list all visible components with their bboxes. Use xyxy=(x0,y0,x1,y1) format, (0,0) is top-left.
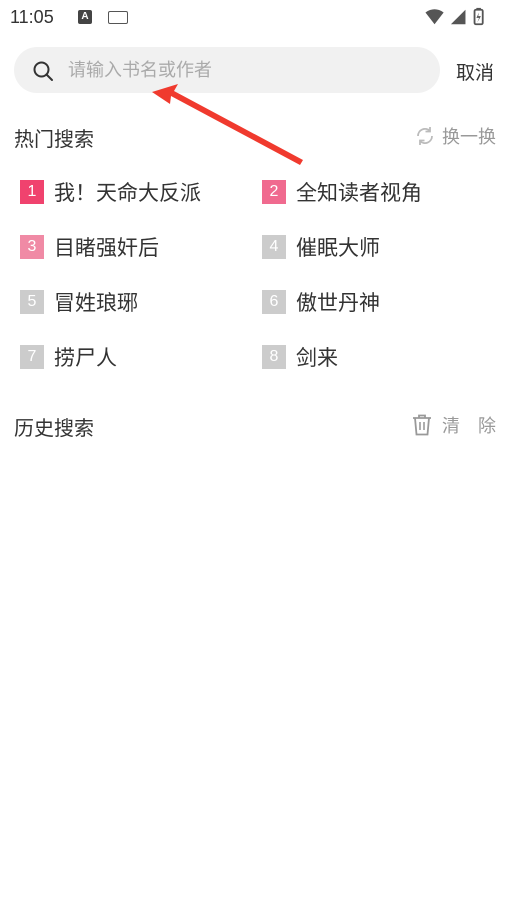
rank-badge: 2 xyxy=(262,180,286,204)
signal-icon xyxy=(450,9,466,25)
rank-badge: 6 xyxy=(262,290,286,314)
rank-badge: 8 xyxy=(262,345,286,369)
hot-item-title: 剑来 xyxy=(296,346,338,370)
trash-icon xyxy=(413,414,431,436)
rank-badge: 7 xyxy=(20,345,44,369)
keyboard-icon xyxy=(108,11,128,24)
clear-history-button[interactable]: 清 除 xyxy=(412,412,496,438)
hot-item-title: 催眠大师 xyxy=(296,236,380,260)
refresh-icon xyxy=(417,127,433,145)
search-icon xyxy=(33,61,53,81)
hot-item-6[interactable]: 6 傲世丹神 xyxy=(262,287,380,317)
hot-item-5[interactable]: 5 冒姓琅琊 xyxy=(20,287,138,317)
refresh-button[interactable]: 换一换 xyxy=(414,123,496,149)
search-box[interactable] xyxy=(14,47,440,93)
a-icon: A xyxy=(78,10,92,24)
hot-item-2[interactable]: 2 全知读者视角 xyxy=(262,177,422,207)
hot-item-title: 目睹强奸后 xyxy=(54,236,159,260)
rank-badge: 4 xyxy=(262,235,286,259)
hot-item-title: 傲世丹神 xyxy=(296,291,380,315)
hot-item-8[interactable]: 8 剑来 xyxy=(262,342,338,372)
hot-item-4[interactable]: 4 催眠大师 xyxy=(262,232,380,262)
status-bar: 11:05 A xyxy=(0,0,510,34)
hot-item-title: 捞尸人 xyxy=(54,346,117,370)
hot-item-title: 全知读者视角 xyxy=(296,181,422,205)
status-icons xyxy=(425,7,484,26)
hot-item-title: 我！天命大反派 xyxy=(54,181,201,205)
rank-badge: 3 xyxy=(20,235,44,259)
hot-item-title: 冒姓琅琊 xyxy=(54,291,138,315)
rank-badge: 5 xyxy=(20,290,44,314)
hot-search-title: 热门搜索 xyxy=(14,127,94,151)
history-search-title: 历史搜索 xyxy=(14,416,94,440)
rank-badge: 1 xyxy=(20,180,44,204)
hot-item-3[interactable]: 3 目睹强奸后 xyxy=(20,232,159,262)
cancel-button[interactable]: 取消 xyxy=(456,58,494,85)
status-time: 11:05 xyxy=(10,7,54,27)
refresh-label: 换一换 xyxy=(442,127,496,148)
wifi-icon xyxy=(425,9,444,25)
search-input[interactable] xyxy=(68,47,428,93)
clear-label: 清 除 xyxy=(442,416,496,437)
hot-item-7[interactable]: 7 捞尸人 xyxy=(20,342,117,372)
hot-item-1[interactable]: 1 我！天命大反派 xyxy=(20,177,201,207)
